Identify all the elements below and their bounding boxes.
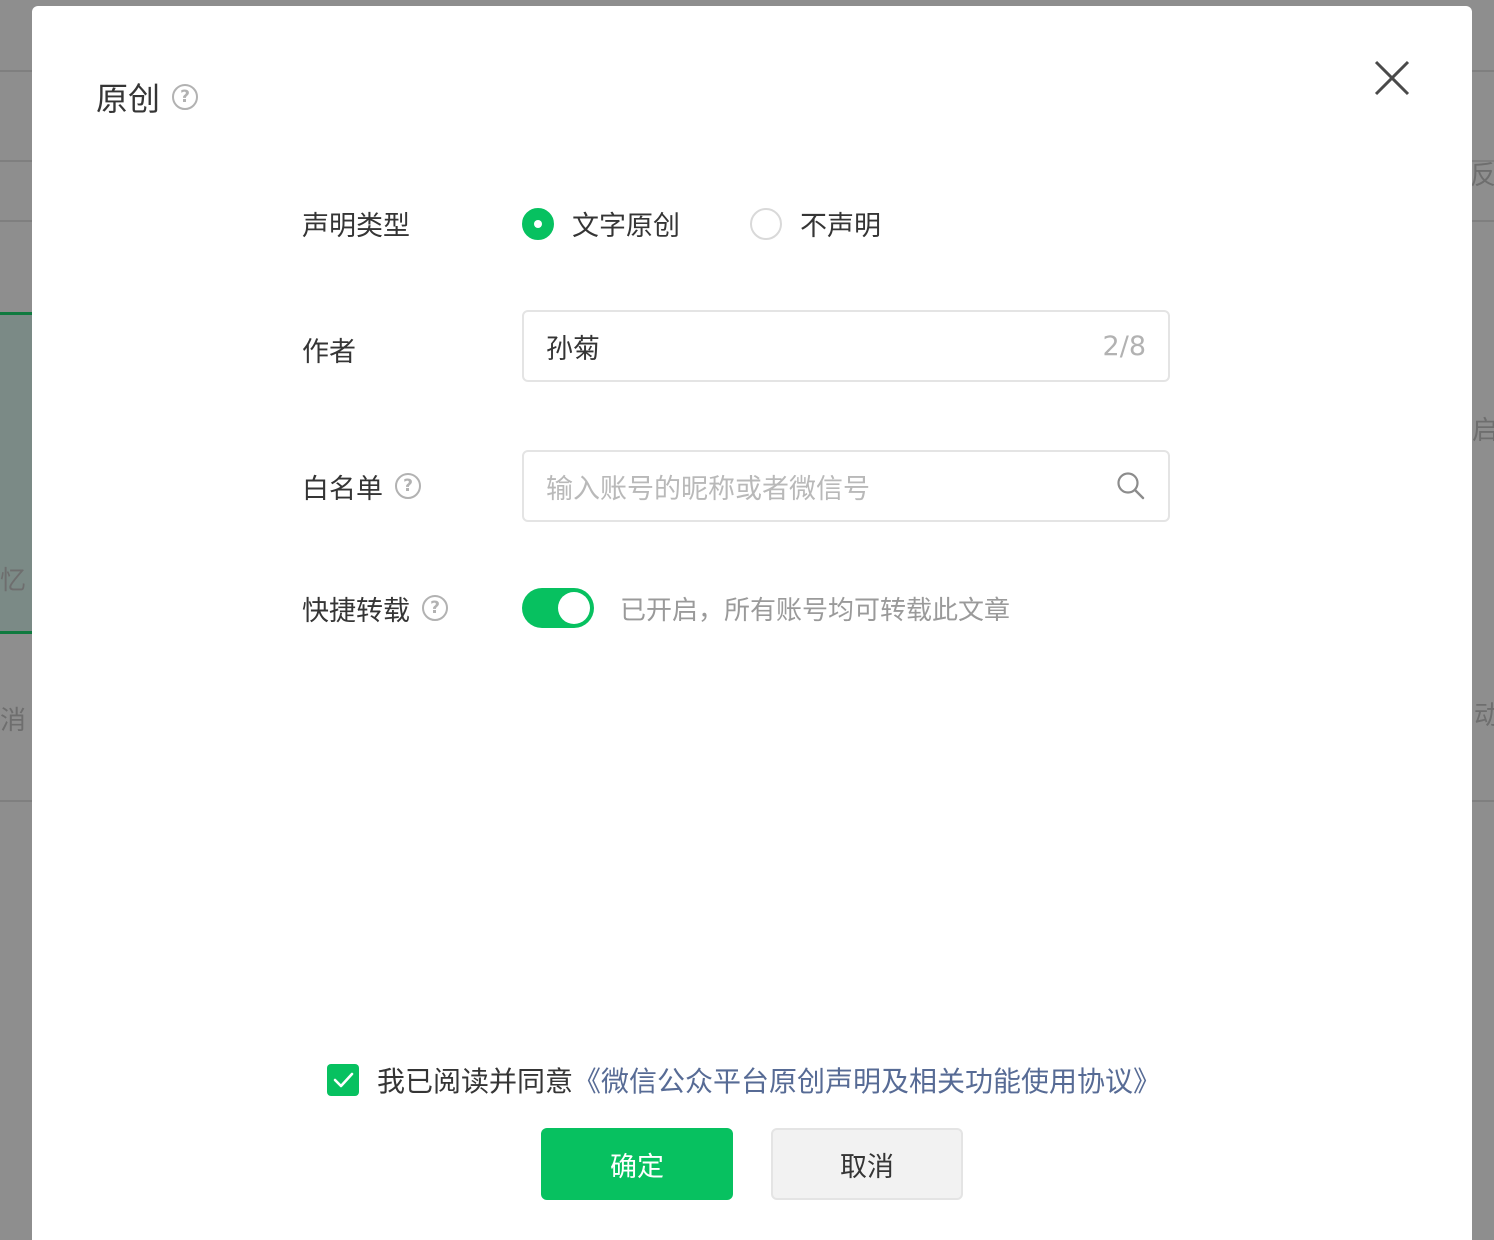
whitelist-search-input[interactable]: 输入账号的昵称或者微信号 [522,450,1170,522]
search-icon[interactable] [1116,471,1146,501]
author-label: 作者 [302,324,522,369]
quick-repost-row: 快捷转载 ? 已开启，所有账号均可转载此文章 [302,588,1010,628]
radio-label: 文字原创 [572,211,680,242]
quick-repost-label: 快捷转载 ? [302,589,522,628]
close-icon [1374,60,1410,96]
author-row: 作者 孙菊 2/8 [302,310,1170,382]
background-text-fragment: 反 [1470,161,1494,191]
quick-repost-toggle[interactable] [522,588,594,628]
radio-text-original[interactable]: 文字原创 [522,204,680,243]
original-declaration-dialog: 原创 ? 声明类型 文字原创 不声明 作者 孙菊 2/8 白名单 ? 输入账号的… [32,6,1472,1240]
author-input-value[interactable]: 孙菊 [546,327,600,366]
declare-type-row: 声明类型 文字原创 不声明 [302,204,881,243]
help-icon[interactable]: ? [422,595,448,621]
dialog-title: 原创 [96,80,161,118]
radio-label: 不声明 [800,211,881,242]
help-icon[interactable]: ? [395,473,421,499]
dialog-header: 原创 ? [96,74,199,120]
radio-unchecked-icon[interactable] [750,207,782,240]
agreement-row: 我已阅读并同意 《微信公众平台原创声明及相关功能使用协议》 [327,1060,1161,1100]
radio-checked-icon[interactable] [522,207,554,240]
whitelist-row: 白名单 ? 输入账号的昵称或者微信号 [302,450,1170,522]
help-icon[interactable]: ? [172,84,199,110]
author-input[interactable]: 孙菊 2/8 [522,310,1170,382]
confirm-button[interactable]: 确定 [541,1128,733,1200]
declare-type-radio-group: 文字原创 不声明 [522,204,881,243]
quick-repost-description: 已开启，所有账号均可转载此文章 [620,595,1011,626]
background-text-fragment: 忆 [0,566,27,596]
background-text-fragment: 动 [1474,701,1494,731]
background-text-fragment: 消 [0,706,27,736]
toggle-knob [558,592,590,624]
whitelist-label: 白名单 ? [302,467,522,506]
quick-repost-label-text: 快捷转载 [302,595,410,627]
declare-type-label-text: 声明类型 [302,211,410,242]
checkmark-icon [333,1072,354,1088]
author-char-counter: 2/8 [1102,330,1146,362]
agreement-text: 我已阅读并同意 [377,1065,574,1098]
cancel-button[interactable]: 取消 [771,1128,963,1200]
declare-type-label: 声明类型 [302,204,522,243]
whitelist-label-text: 白名单 [302,473,383,505]
background-text-fragment: 启 [1472,416,1494,446]
agreement-link[interactable]: 《微信公众平台原创声明及相关功能使用协议》 [573,1060,1161,1100]
whitelist-search-placeholder[interactable]: 输入账号的昵称或者微信号 [546,467,870,506]
close-button[interactable] [1372,58,1412,98]
agreement-checkbox[interactable] [327,1064,359,1096]
author-label-text: 作者 [302,336,356,368]
radio-no-declare[interactable]: 不声明 [750,204,881,243]
